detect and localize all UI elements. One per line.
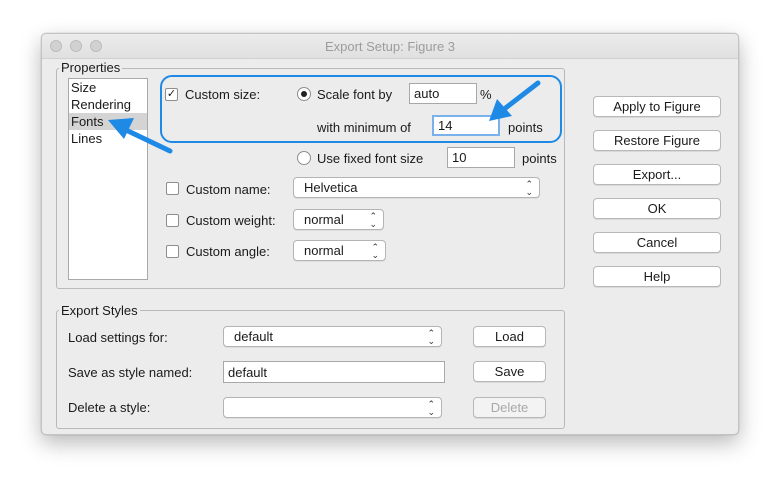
annotation-arrow-minimum [489, 80, 541, 121]
